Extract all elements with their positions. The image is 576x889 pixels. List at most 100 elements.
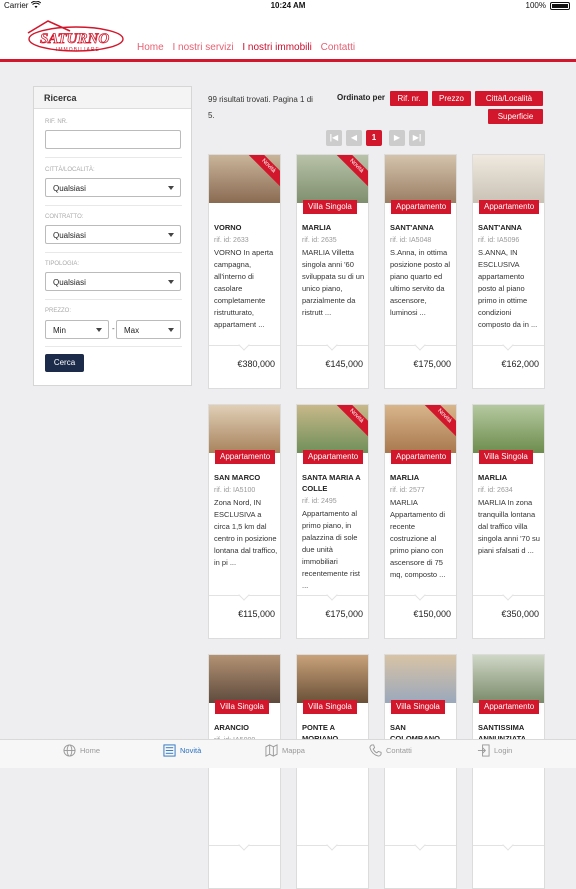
sort-prezzo-button[interactable]: Prezzo	[432, 91, 471, 106]
citta-select[interactable]: Qualsiasi	[45, 178, 181, 197]
listing-card[interactable]: Villa Singola MARLIA rif. id: 2634 MARLIA I…	[472, 404, 545, 639]
listing-description: Appartamento al primo piano, in palazzin…	[302, 509, 360, 590]
contratto-value: Qualsiasi	[53, 231, 86, 240]
citta-label: CITTÀ/LOCALITÀ:	[45, 167, 95, 173]
listing-card[interactable]: AppartamentoSANTISSIMA ANNUNZIATA	[472, 654, 545, 889]
pager-first-button[interactable]: |◀	[326, 130, 342, 146]
card-notch	[238, 339, 250, 351]
max-price-select[interactable]: Max	[116, 320, 181, 339]
contratto-label: CONTRATTO:	[45, 214, 84, 220]
card-notch	[238, 589, 250, 601]
property-type-badge: Villa Singola	[215, 700, 269, 714]
sort-citta-button[interactable]: Città/Località	[475, 91, 543, 106]
tab-home[interactable]: Home	[63, 744, 100, 757]
divider	[45, 346, 182, 347]
card-notch	[414, 339, 426, 351]
listing-price: €162,000	[501, 359, 539, 369]
nav-immobili[interactable]: I nostri immobili	[242, 42, 311, 53]
property-type-badge: Villa Singola	[479, 450, 533, 464]
saturno-logo[interactable]: SATURNO IMMOBILIARE	[26, 17, 126, 57]
listing-card[interactable]: Appartamento SANT'ANNA rif. id: IA5048 S.An…	[384, 154, 457, 389]
listing-ref: rif. id: 2495	[302, 498, 337, 505]
rif-input[interactable]	[45, 130, 181, 149]
tipologia-select[interactable]: Qualsiasi	[45, 272, 181, 291]
listing-photo[interactable]	[473, 155, 544, 203]
listing-ref: rif. id: 2633	[214, 237, 249, 244]
search-panel-title: Ricerca	[34, 87, 191, 109]
listing-photo[interactable]	[209, 655, 280, 703]
tab-mappa-label: Mappa	[282, 746, 305, 755]
listing-ref: rif. id: 2577	[390, 487, 425, 494]
site-header: SATURNO IMMOBILIARE Home I nostri serviz…	[0, 12, 576, 62]
chevron-down-icon	[96, 328, 102, 332]
pager-next-button[interactable]: ▶	[389, 130, 405, 146]
listing-description: S.Anna, in ottima posizione posto al pia…	[390, 248, 451, 317]
listing-price: €350,000	[501, 609, 539, 619]
card-notch	[502, 339, 514, 351]
card-notch	[414, 589, 426, 601]
tab-login[interactable]: Login	[477, 744, 512, 757]
sort-rif-button[interactable]: Rif. nr.	[390, 91, 428, 106]
search-panel: Ricerca RIF. NR. CITTÀ/LOCALITÀ: Qualsia…	[33, 86, 192, 386]
price-range-dash: -	[112, 324, 115, 333]
min-price-value: Min	[53, 326, 66, 335]
search-button[interactable]: Cerca	[45, 354, 84, 372]
listing-card[interactable]: Novità VORNO rif. id: 2633 VORNO In aperta …	[208, 154, 281, 389]
chevron-down-icon	[168, 280, 174, 284]
listing-card[interactable]: Novità Appartamento MARLIA rif. id: 2577 MAR…	[384, 404, 457, 639]
battery-percentage: 100%	[525, 1, 546, 10]
pager-last-button[interactable]: ▶|	[409, 130, 425, 146]
sort-superficie-button[interactable]: Superficie	[488, 109, 543, 124]
property-type-badge: Appartamento	[479, 200, 540, 214]
min-price-select[interactable]: Min	[45, 320, 109, 339]
nav-servizi[interactable]: I nostri servizi	[172, 42, 233, 53]
listing-photo[interactable]	[473, 405, 544, 453]
listing-card[interactable]: Villa SingolaARANCIOrif. id: IA5000	[208, 654, 281, 889]
listing-card[interactable]: Appartamento SAN MARCO rif. id: IA5100 Zona…	[208, 404, 281, 639]
listing-photo[interactable]	[297, 655, 368, 703]
tab-novita[interactable]: Novità	[163, 744, 202, 757]
listing-description: MARLIA In zona tranquilla lontana dal tr…	[478, 498, 540, 555]
listing-card[interactable]: Appartamento SANT'ANNA rif. id: IA5096 S.AN…	[472, 154, 545, 389]
listing-title: MARLIA	[302, 223, 332, 232]
contratto-select[interactable]: Qualsiasi	[45, 225, 181, 244]
card-notch	[326, 339, 338, 351]
listing-card[interactable]: Villa SingolaSAN COLOMBANO	[384, 654, 457, 889]
listing-photo[interactable]	[473, 655, 544, 703]
nav-home[interactable]: Home	[137, 42, 164, 53]
listing-card[interactable]: Novità Appartamento SANTA MARIA A COLLE rif…	[296, 404, 369, 639]
card-notch	[502, 839, 514, 851]
listing-photo[interactable]	[209, 405, 280, 453]
divider	[45, 252, 182, 253]
listing-photo[interactable]	[385, 155, 456, 203]
property-type-badge: Villa Singola	[303, 700, 357, 714]
divider	[45, 157, 182, 158]
listing-description: MARLIA Appartamento di recente costruzio…	[390, 498, 446, 579]
chevron-down-icon	[168, 233, 174, 237]
tab-novita-label: Novità	[180, 746, 202, 755]
listing-card[interactable]: Novità Villa Singola MARLIA rif. id: 2635 MA…	[296, 154, 369, 389]
card-notch	[326, 839, 338, 851]
property-type-badge: Appartamento	[391, 450, 452, 464]
property-type-badge: Villa Singola	[303, 200, 357, 214]
tab-contatti[interactable]: Contatti	[369, 744, 412, 757]
tipologia-value: Qualsiasi	[53, 278, 86, 287]
pager-page-1[interactable]: 1	[366, 130, 382, 146]
listing-title: VORNO	[214, 223, 242, 232]
listing-card[interactable]: Villa SingolaPONTE A MORIANO	[296, 654, 369, 889]
nav-contatti[interactable]: Contatti	[321, 42, 355, 53]
listing-description: S.ANNA, IN ESCLUSIVA appartamento posto …	[478, 248, 538, 329]
chevron-down-icon	[168, 328, 174, 332]
status-time: 10:24 AM	[270, 1, 306, 10]
citta-value: Qualsiasi	[53, 184, 86, 193]
listing-price: €175,000	[325, 609, 363, 619]
rif-label: RIF. NR.	[45, 119, 68, 125]
pager-prev-button[interactable]: ◀	[346, 130, 362, 146]
bottom-tab-bar: Home Novità Mappa Contatti Login	[0, 739, 576, 768]
chevron-down-icon	[168, 186, 174, 190]
listing-photo[interactable]	[385, 655, 456, 703]
tab-mappa[interactable]: Mappa	[265, 744, 305, 757]
listing-title: SAN MARCO	[214, 473, 261, 482]
listing-ref: rif. id: 2634	[478, 487, 513, 494]
divider	[45, 299, 182, 300]
